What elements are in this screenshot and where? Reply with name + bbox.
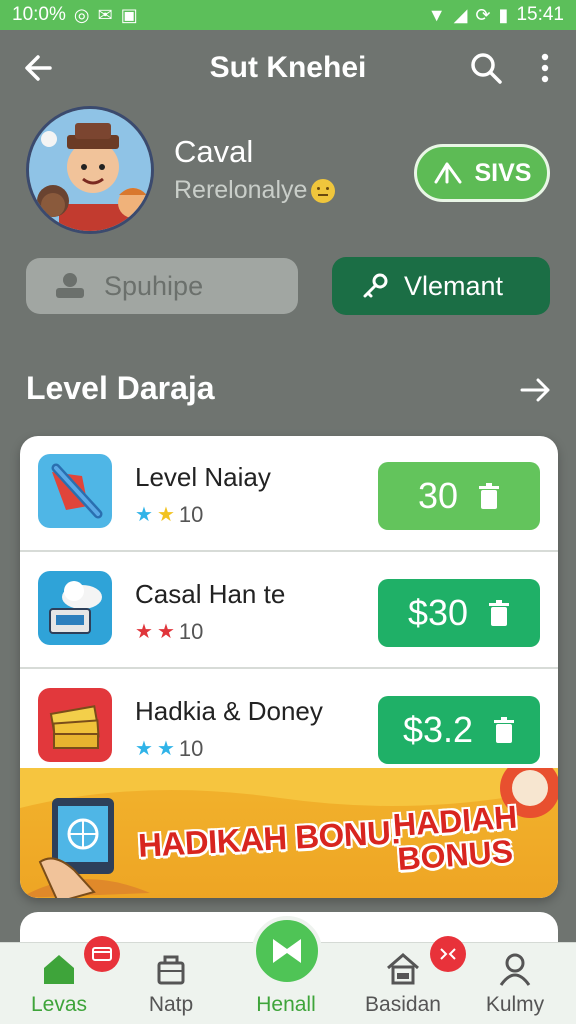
- home-icon: [44, 955, 74, 984]
- user-icon: [56, 273, 84, 298]
- cloud-thumbnail: [38, 571, 112, 645]
- send-icon: [434, 162, 461, 184]
- item-name: Casal Han te: [135, 579, 286, 609]
- star-icon: ★: [156, 621, 175, 643]
- item-rating: ★ ★ 10: [135, 502, 203, 528]
- rating-value: 10: [178, 619, 204, 644]
- money-thumbnail: [38, 688, 112, 762]
- spuhipe-button[interactable]: Spuhipe: [26, 258, 298, 314]
- status-time-left: 10:0%: [12, 4, 66, 25]
- badge-icon: [92, 947, 112, 961]
- avatar-illustration: [29, 109, 151, 231]
- trash-icon: [494, 717, 515, 743]
- banner-text-right: HADIAH BONUS: [392, 799, 519, 877]
- trash-icon: [489, 600, 510, 626]
- status-bar: 10:0% ◎ ✉ ▣ ▼ ◢ ⟳ ▮ 15:41: [0, 0, 576, 30]
- search-icon[interactable]: [466, 48, 506, 88]
- item-rating: ★ ★ 10: [135, 619, 203, 645]
- cloud-icon: [49, 581, 102, 634]
- house-icon: [387, 953, 419, 985]
- trash-icon: [479, 483, 500, 509]
- nav-label: Natp: [148, 993, 194, 1016]
- battery-icon: ▮: [498, 5, 509, 25]
- star-icon: ★: [156, 738, 175, 760]
- price-label: $3.2: [402, 709, 474, 750]
- nav-label: Kulmy: [485, 993, 545, 1016]
- nav-label: Henall: [256, 993, 316, 1016]
- profile-action-button-label: SIVS: [474, 158, 532, 187]
- item-name: Level Naiay: [135, 462, 271, 492]
- close-icon: [440, 948, 456, 960]
- profile-icon: [499, 953, 531, 986]
- vlemant-button[interactable]: Vlemant: [332, 257, 550, 315]
- profile-name: Caval: [174, 134, 254, 169]
- price-label: 30: [417, 475, 459, 516]
- wifi-icon: ▼: [427, 5, 446, 25]
- notification-app-icon: ▣: [120, 5, 138, 25]
- list-item[interactable]: Casal Han te ★ ★ 10 $30: [20, 553, 558, 669]
- rating-value: 10: [178, 736, 204, 761]
- price-button[interactable]: $3.2: [378, 696, 540, 764]
- pen-icon: [51, 463, 103, 519]
- star-icon: ★: [156, 504, 175, 526]
- star-icon: ★: [135, 738, 153, 760]
- level-list-card: Level Naiay ★ ★ 10 30 Casal Han te ★ ★ 1…: [20, 436, 558, 898]
- notification-badge: [430, 936, 466, 972]
- bonus-banner[interactable]: HADIKAH BONU! HADIAH BONUS: [20, 768, 558, 898]
- price-label: $30: [407, 592, 469, 633]
- rating-value: 10: [178, 502, 204, 527]
- banner-text-right-line2: BONUS: [396, 832, 515, 877]
- nav-item-kulmy[interactable]: Kulmy: [460, 943, 570, 1024]
- star-icon: ★: [135, 504, 153, 526]
- section-title: Level Daraja: [26, 370, 215, 406]
- price-button[interactable]: 30: [378, 462, 540, 530]
- avatar[interactable]: [26, 106, 154, 234]
- item-rating: ★ ★ 10: [135, 736, 203, 762]
- mail-icon: ✉: [97, 5, 113, 25]
- signal-icon: ◢: [453, 5, 468, 25]
- profile-action-button[interactable]: SIVS: [414, 144, 550, 202]
- back-arrow-icon[interactable]: [20, 48, 60, 88]
- star-icon: ★: [135, 621, 153, 643]
- tablet-hand-icon: [38, 798, 114, 898]
- arrow-right-icon[interactable]: [518, 372, 554, 408]
- key-icon: [363, 273, 388, 298]
- nav-label: Levas: [30, 993, 88, 1016]
- list-item[interactable]: Level Naiay ★ ★ 10 30: [20, 436, 558, 552]
- bowtie-icon: [273, 939, 301, 963]
- pen-thumbnail: [38, 454, 112, 528]
- neutral-face-icon: [311, 178, 336, 203]
- profile-subtitle: Rerelonalye: [174, 176, 336, 205]
- status-time-right: 15:41: [516, 4, 564, 25]
- more-options-icon[interactable]: [530, 48, 560, 88]
- money-stack-icon: [49, 705, 100, 749]
- profile-subtitle-text: Rerelonalye: [174, 176, 308, 204]
- center-action-button[interactable]: [252, 916, 322, 986]
- vlemant-button-label: Vlemant: [404, 270, 504, 301]
- nav-label: Basidan: [365, 993, 441, 1016]
- app-bar: Sut Knehei: [0, 38, 576, 98]
- spuhipe-button-label: Spuhipe: [104, 270, 204, 301]
- notification-badge: [84, 936, 120, 972]
- basket-icon: [157, 955, 185, 985]
- alarm-icon: ◎: [73, 5, 90, 25]
- nav-item-natp[interactable]: Natp: [116, 943, 226, 1024]
- price-button[interactable]: $30: [378, 579, 540, 647]
- sync-icon: ⟳: [475, 5, 491, 25]
- item-name: Hadkia & Doney: [135, 696, 323, 726]
